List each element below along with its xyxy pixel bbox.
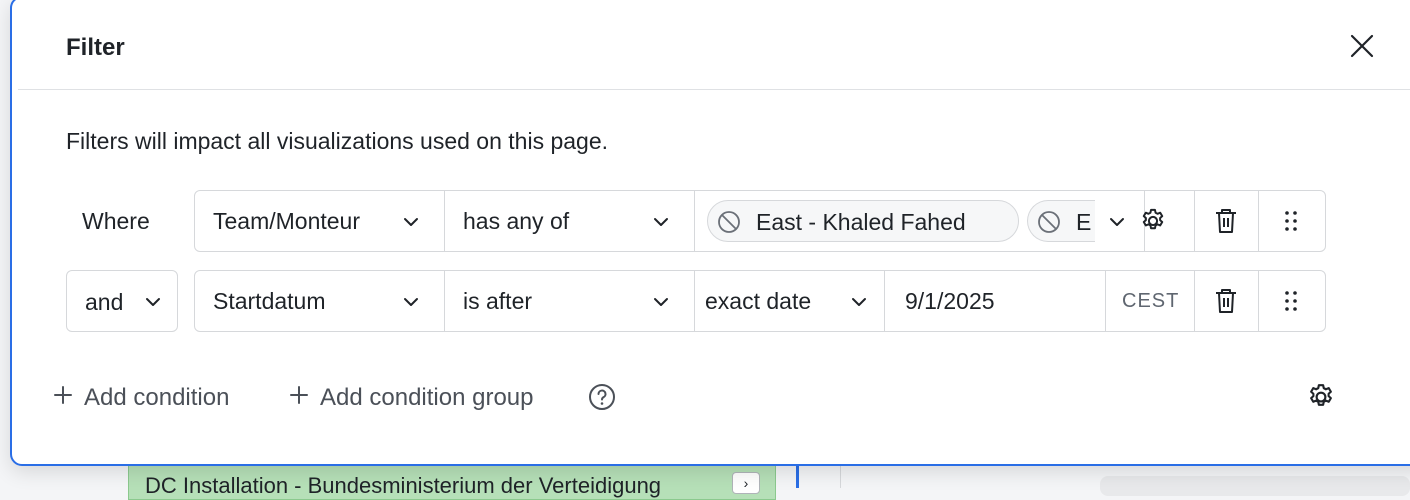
date-mode-select[interactable]: exact date <box>695 271 885 331</box>
value-chip-label: East - Khaled Fahed <box>756 209 966 236</box>
filter-dialog-body: Filter Filters will impact all visualiza… <box>18 0 1410 462</box>
field-select-value: Team/Monteur <box>213 208 360 235</box>
chevron-down-icon <box>651 292 671 312</box>
filter-description: Filters will impact all visualizations u… <box>66 128 608 155</box>
values-multiselect[interactable]: East - Khaled Fahed E <box>695 191 1145 251</box>
condition-box-1: Team/Monteur has any of East - Khaled Fa… <box>194 190 1326 252</box>
chevron-down-icon <box>651 212 671 232</box>
trash-icon <box>1213 287 1239 315</box>
operator-select-value: has any of <box>463 208 569 235</box>
connector-select[interactable]: and <box>66 270 178 332</box>
background-bar <box>1100 476 1410 496</box>
add-condition-group-button[interactable]: Add condition group <box>288 382 578 414</box>
close-icon <box>1344 28 1380 64</box>
date-mode-value: exact date <box>705 288 811 315</box>
chevron-down-icon <box>401 212 421 232</box>
condition-settings-button[interactable] <box>1145 191 1195 251</box>
where-label: Where <box>82 208 150 235</box>
chevron-down-icon <box>849 292 869 312</box>
timezone-badge: CEST <box>1105 271 1195 331</box>
add-condition-button[interactable]: Add condition <box>52 382 262 414</box>
add-condition-label: Add condition <box>84 384 229 412</box>
connector-select-value: and <box>85 289 123 316</box>
trash-icon <box>1213 207 1239 235</box>
field-select-value: Startdatum <box>213 288 326 315</box>
filter-dialog: Filter Filters will impact all visualiza… <box>10 0 1410 466</box>
operator-select-value: is after <box>463 288 532 315</box>
timezone-label: CEST <box>1122 290 1179 313</box>
add-condition-group-label: Add condition group <box>320 384 534 412</box>
ban-icon <box>716 209 742 235</box>
ban-icon <box>1036 209 1062 235</box>
plus-icon <box>52 384 74 406</box>
gear-icon <box>1139 207 1167 235</box>
task-expand-arrow-icon[interactable]: › <box>732 472 760 494</box>
plus-icon <box>288 384 310 406</box>
value-chip-label: E <box>1076 209 1091 236</box>
gear-icon[interactable] <box>1306 382 1336 412</box>
chevron-down-icon <box>1107 212 1127 232</box>
operator-select[interactable]: is after <box>445 271 695 331</box>
drag-handle-icon <box>1283 289 1299 313</box>
drag-handle[interactable] <box>1259 271 1326 331</box>
background-task-bar[interactable]: DC Installation - Bundesministerium der … <box>128 460 776 500</box>
value-chip[interactable]: E <box>1027 200 1095 242</box>
delete-condition-button[interactable] <box>1195 191 1259 251</box>
delete-condition-button[interactable] <box>1195 271 1259 331</box>
drag-handle[interactable] <box>1259 191 1326 251</box>
chevron-down-icon <box>401 292 421 312</box>
condition-box-2: Startdatum is after exact date 9/1/2025 … <box>194 270 1326 332</box>
dialog-header: Filter <box>18 0 1410 90</box>
operator-select[interactable]: has any of <box>445 191 695 251</box>
help-icon[interactable] <box>588 383 616 411</box>
field-select[interactable]: Team/Monteur <box>195 191 445 251</box>
field-select[interactable]: Startdatum <box>195 271 445 331</box>
date-input-value: 9/1/2025 <box>905 288 995 315</box>
close-button[interactable] <box>1344 28 1380 64</box>
drag-handle-icon <box>1283 209 1299 233</box>
date-input[interactable]: 9/1/2025 <box>885 271 1105 331</box>
dialog-title: Filter <box>66 34 125 62</box>
value-chip[interactable]: East - Khaled Fahed <box>707 200 1019 242</box>
chevron-down-icon <box>143 292 163 312</box>
